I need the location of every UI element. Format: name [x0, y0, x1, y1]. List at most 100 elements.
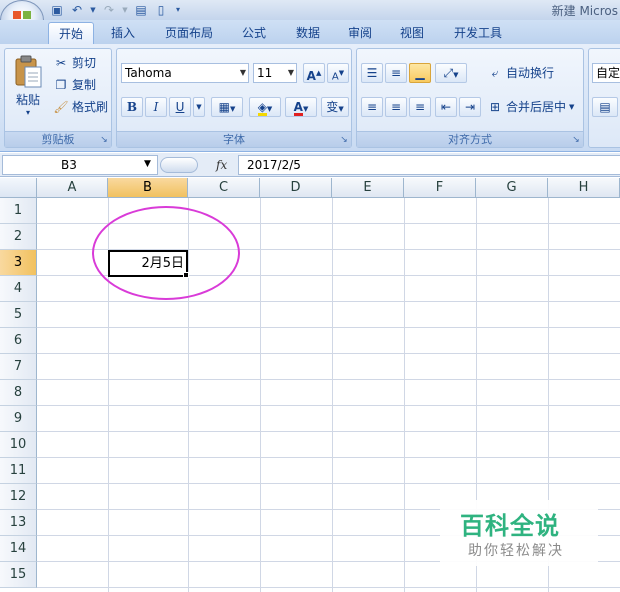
underline-button[interactable]: U: [169, 97, 191, 117]
select-all-corner[interactable]: [0, 178, 37, 198]
borders-button[interactable]: ▦▼: [211, 97, 243, 117]
alignment-group: ☰ ≡ ▁ ⤢▼ ⤶ 自动换行 ≡ ≡ ≡ ⇤ ⇥ ⊞ 合并后居中 ▼ 对齐方式…: [356, 48, 584, 148]
increase-indent-button[interactable]: ⇥: [459, 97, 481, 117]
save-icon[interactable]: ▣: [50, 3, 64, 17]
column-header-a[interactable]: A: [37, 178, 108, 198]
font-name-value: Tahoma: [125, 66, 172, 80]
row-header-12[interactable]: 12: [0, 484, 37, 510]
tab-review[interactable]: 审阅: [340, 22, 380, 44]
column-header-d[interactable]: D: [260, 178, 332, 198]
tab-developer[interactable]: 开发工具: [446, 22, 510, 44]
font-size-dropdown-icon[interactable]: ▼: [288, 64, 294, 82]
formula-input[interactable]: 2017/2/5: [238, 155, 620, 175]
print-preview-icon[interactable]: ▤: [134, 3, 148, 17]
currency-icon: ▤: [599, 100, 611, 114]
phonetic-button[interactable]: 变▼: [321, 97, 349, 117]
row-header-3[interactable]: 3: [0, 250, 37, 276]
gridline: [37, 301, 620, 302]
row-header-15[interactable]: 15: [0, 562, 37, 588]
tab-home[interactable]: 开始: [48, 22, 94, 44]
column-header-f[interactable]: F: [404, 178, 476, 198]
row-header-10[interactable]: 10: [0, 432, 37, 458]
highlight-ellipse: [92, 206, 240, 300]
redo-icon[interactable]: ↷: [102, 3, 116, 17]
row-header-9[interactable]: 9: [0, 406, 37, 432]
paste-button[interactable]: 粘贴 ▾: [9, 53, 47, 125]
tab-page-layout[interactable]: 页面布局: [158, 22, 220, 44]
format-painter-label: 格式刷: [72, 100, 109, 114]
ribbon: 粘贴 ▾ ✂ 剪切 ❐ 复制 🖌 格式刷 剪贴板 ↘ Tahoma ▼ 11 ▼…: [0, 44, 620, 152]
tab-view[interactable]: 视图: [392, 22, 432, 44]
format-painter-button[interactable]: 🖌 格式刷: [53, 97, 108, 117]
name-box[interactable]: B3: [2, 155, 158, 175]
font-group-label: 字体: [117, 131, 351, 147]
row-header-7[interactable]: 7: [0, 354, 37, 380]
tab-data[interactable]: 数据: [288, 22, 328, 44]
wrap-text-button[interactable]: ⤶ 自动换行: [487, 63, 554, 83]
align-middle-button[interactable]: ≡: [385, 63, 407, 83]
underline-dropdown-icon[interactable]: ▼: [193, 97, 205, 117]
shrink-font-icon: A: [331, 71, 339, 83]
row-header-2[interactable]: 2: [0, 224, 37, 250]
row-header-5[interactable]: 5: [0, 302, 37, 328]
cut-button[interactable]: ✂ 剪切: [53, 53, 96, 73]
row-header-6[interactable]: 6: [0, 328, 37, 354]
column-header-h[interactable]: H: [548, 178, 620, 198]
undo-icon[interactable]: ↶: [70, 3, 84, 17]
align-bottom-button[interactable]: ▁: [409, 63, 431, 83]
decrease-indent-button[interactable]: ⇤: [435, 97, 457, 117]
align-right-icon: ≡: [414, 100, 426, 114]
bold-button[interactable]: B: [121, 97, 143, 117]
new-document-icon[interactable]: ▯: [154, 3, 168, 17]
shrink-font-button[interactable]: A▼: [327, 63, 349, 83]
row-header-1[interactable]: 1: [0, 198, 37, 224]
grow-font-button[interactable]: A▲: [303, 63, 325, 83]
font-name-combo[interactable]: Tahoma ▼: [121, 63, 249, 83]
orientation-button[interactable]: ⤢▼: [435, 63, 467, 83]
row-header-14[interactable]: 14: [0, 536, 37, 562]
align-right-button[interactable]: ≡: [409, 97, 431, 117]
font-color-button[interactable]: A▼: [285, 97, 317, 117]
gridline: [404, 198, 405, 592]
font-size-combo[interactable]: 11 ▼: [253, 63, 297, 83]
row-header-4[interactable]: 4: [0, 276, 37, 302]
row-header-13[interactable]: 13: [0, 510, 37, 536]
customize-qat-icon[interactable]: ▾: [174, 3, 182, 17]
merge-center-button[interactable]: ⊞ 合并后居中 ▼: [487, 97, 574, 117]
accounting-format-button[interactable]: ▤: [592, 97, 618, 117]
scissors-icon: ✂: [55, 56, 67, 70]
align-center-button[interactable]: ≡: [385, 97, 407, 117]
clipboard-group: 粘贴 ▾ ✂ 剪切 ❐ 复制 🖌 格式刷 剪贴板 ↘: [4, 48, 112, 148]
row-header-11[interactable]: 11: [0, 458, 37, 484]
alignment-group-label: 对齐方式: [357, 131, 583, 147]
gridline: [37, 353, 620, 354]
name-box-dropdown-icon[interactable]: ▼: [144, 155, 151, 173]
merge-center-dropdown-icon[interactable]: ▼: [569, 97, 574, 117]
tab-formulas[interactable]: 公式: [234, 22, 274, 44]
redo-dropdown-icon[interactable]: ▼: [122, 3, 128, 17]
formula-bar-expand-handle[interactable]: [160, 157, 198, 173]
insert-function-icon[interactable]: fx: [216, 155, 227, 175]
column-header-c[interactable]: C: [188, 178, 260, 198]
row-header-8[interactable]: 8: [0, 380, 37, 406]
align-left-button[interactable]: ≡: [361, 97, 383, 117]
fill-bucket-icon: ◈: [257, 100, 267, 116]
gridline: [260, 198, 261, 592]
column-header-g[interactable]: G: [476, 178, 548, 198]
column-header-b[interactable]: B: [108, 178, 188, 198]
column-header-e[interactable]: E: [332, 178, 404, 198]
paste-dropdown-icon[interactable]: ▾: [9, 108, 47, 118]
title-bar: ▣ ↶ ▼ ↷ ▼ ▤ ▯ ▾ 新建 Micros: [0, 0, 620, 20]
align-top-button[interactable]: ☰: [361, 63, 383, 83]
font-name-dropdown-icon[interactable]: ▼: [240, 64, 246, 82]
fill-color-button[interactable]: ◈▼: [249, 97, 281, 117]
copy-button[interactable]: ❐ 复制: [53, 75, 96, 95]
tab-insert[interactable]: 插入: [104, 22, 142, 44]
paste-label: 粘贴: [15, 93, 40, 107]
italic-button[interactable]: I: [145, 97, 167, 117]
font-launcher-icon[interactable]: ↘: [339, 135, 349, 145]
alignment-launcher-icon[interactable]: ↘: [571, 135, 581, 145]
clipboard-launcher-icon[interactable]: ↘: [99, 135, 109, 145]
undo-dropdown-icon[interactable]: ▼: [90, 3, 96, 17]
number-format-combo[interactable]: 自定: [592, 63, 620, 83]
